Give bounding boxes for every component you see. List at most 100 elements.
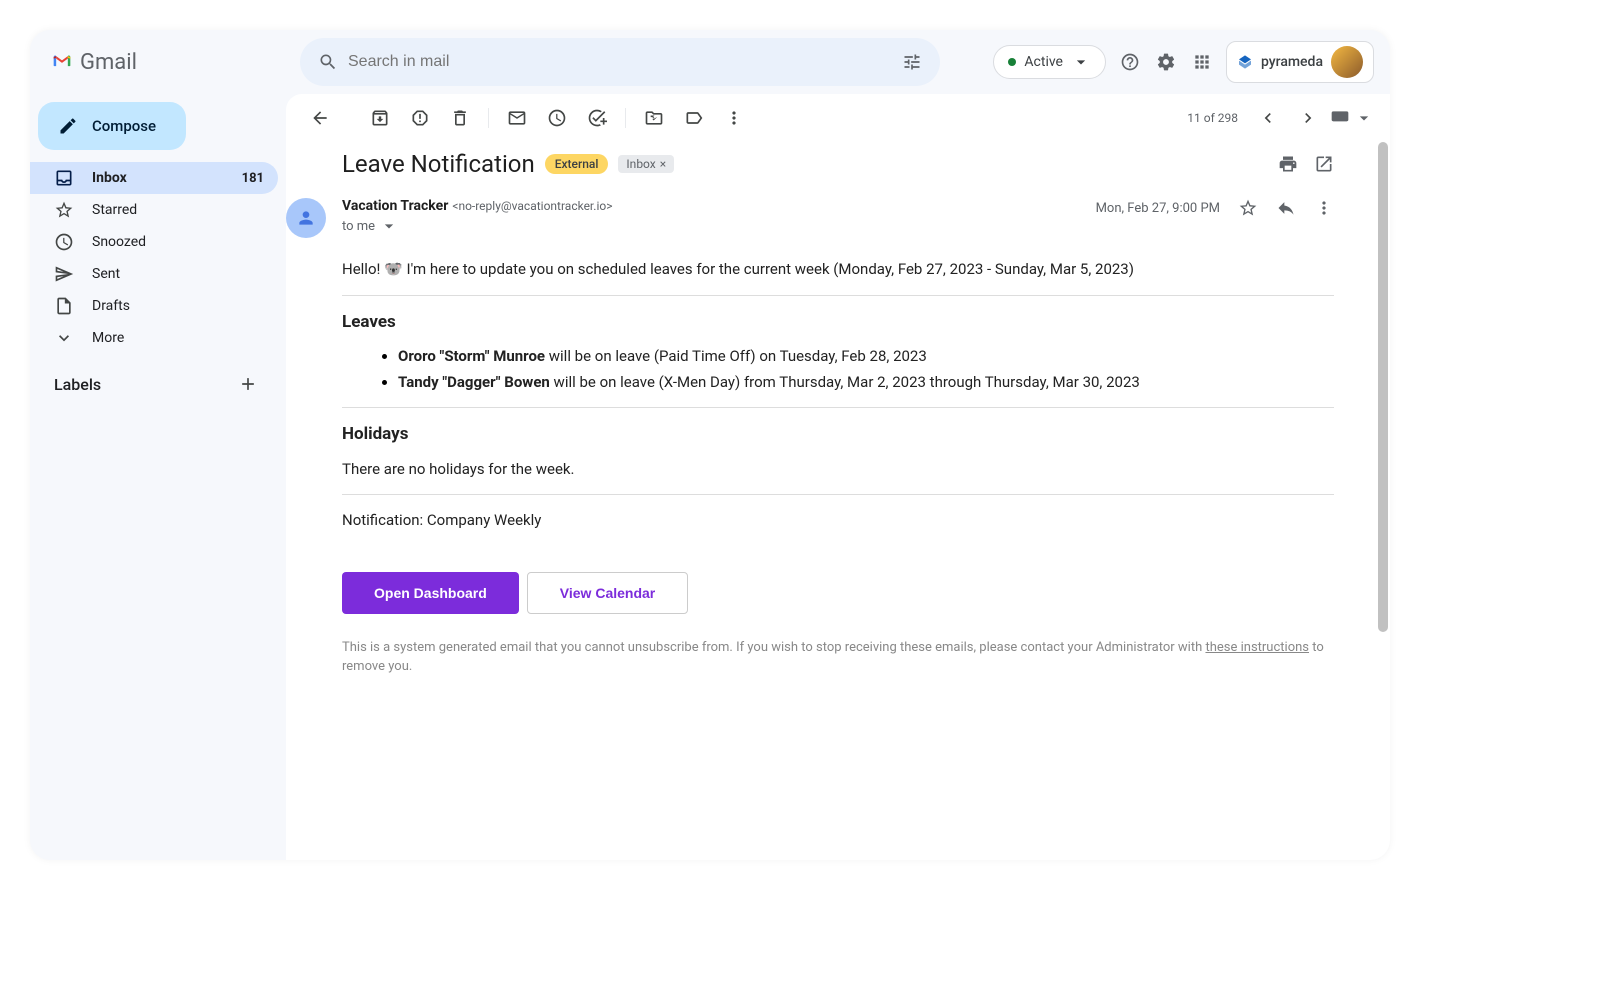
nav-count: 181 xyxy=(242,171,264,186)
scrollbar[interactable] xyxy=(1378,142,1388,632)
sender-info: Vacation Tracker <no-reply@vacationtrack… xyxy=(342,198,1080,236)
nav-label: Inbox xyxy=(92,170,224,186)
sidebar-item-inbox[interactable]: Inbox 181 xyxy=(30,162,278,194)
external-badge: External xyxy=(545,154,609,174)
instructions-link[interactable]: these instructions xyxy=(1205,640,1309,655)
chevron-down-icon xyxy=(1071,52,1091,72)
gmail-m-icon xyxy=(52,52,72,72)
snooze-button[interactable] xyxy=(539,100,575,136)
sender-row: Vacation Tracker <no-reply@vacationtrack… xyxy=(342,198,1334,238)
input-tools-button[interactable] xyxy=(1330,108,1374,128)
labels-header: Labels xyxy=(30,354,278,404)
email-content: Leave Notification External Inbox × xyxy=(286,142,1390,860)
sidebar: Compose Inbox 181 Starred Snoozed Sent xyxy=(30,94,286,860)
sender-email: <no-reply@vacationtracker.io> xyxy=(452,199,612,213)
file-icon xyxy=(54,296,74,316)
gmail-logo[interactable]: Gmail xyxy=(52,50,137,75)
clock-icon xyxy=(54,232,74,252)
search-options-icon[interactable] xyxy=(892,42,932,82)
view-calendar-button[interactable]: View Calendar xyxy=(527,572,688,614)
gmail-window: Gmail Active xyxy=(30,30,1390,860)
leaves-list: Ororo "Storm" Munroe will be on leave (P… xyxy=(342,345,1334,393)
labels-heading: Labels xyxy=(54,375,101,394)
reply-icon[interactable] xyxy=(1276,198,1296,218)
sidebar-item-snoozed[interactable]: Snoozed xyxy=(30,226,278,258)
greeting: Hello! 🐨 I'm here to update you on sched… xyxy=(342,258,1334,281)
org-name: pyrameda xyxy=(1261,54,1323,70)
add-label-button[interactable] xyxy=(236,372,260,396)
org-chip[interactable]: pyrameda xyxy=(1226,41,1374,83)
move-to-button[interactable] xyxy=(636,100,672,136)
report-spam-button[interactable] xyxy=(402,100,438,136)
main-content: 11 of 298 Leave Notification External In… xyxy=(286,94,1390,860)
labels-button[interactable] xyxy=(676,100,712,136)
nav-label: More xyxy=(92,330,264,346)
nav-label: Drafts xyxy=(92,298,264,314)
sidebar-item-starred[interactable]: Starred xyxy=(30,194,278,226)
close-icon[interactable]: × xyxy=(660,157,666,171)
email-meta: Mon, Feb 27, 9:00 PM xyxy=(1096,198,1334,218)
search-bar[interactable] xyxy=(300,38,940,86)
email-date: Mon, Feb 27, 9:00 PM xyxy=(1096,201,1220,216)
sidebar-item-drafts[interactable]: Drafts xyxy=(30,290,278,322)
nav-label: Sent xyxy=(92,266,264,282)
open-new-window-icon[interactable] xyxy=(1314,154,1334,174)
more-icon[interactable] xyxy=(1314,198,1334,218)
next-button[interactable] xyxy=(1290,100,1326,136)
status-label: Active xyxy=(1024,54,1063,70)
app-name: Gmail xyxy=(80,50,137,75)
archive-button[interactable] xyxy=(362,100,398,136)
delete-button[interactable] xyxy=(442,100,478,136)
subject-actions xyxy=(1278,154,1334,174)
apps-icon[interactable] xyxy=(1190,50,1214,74)
email-body: Hello! 🐨 I'm here to update you on sched… xyxy=(342,258,1334,677)
body: Compose Inbox 181 Starred Snoozed Sent xyxy=(30,94,1390,860)
pagination-info: 11 of 298 xyxy=(1187,111,1238,125)
open-dashboard-button[interactable]: Open Dashboard xyxy=(342,572,519,614)
inbox-badge[interactable]: Inbox × xyxy=(618,155,674,173)
chevron-down-icon xyxy=(54,328,74,348)
star-icon[interactable] xyxy=(1238,198,1258,218)
compose-button[interactable]: Compose xyxy=(38,102,186,150)
send-icon xyxy=(54,264,74,284)
separator xyxy=(488,108,489,128)
holidays-text: There are no holidays for the week. xyxy=(342,458,1334,481)
logo-area: Gmail xyxy=(46,50,284,75)
prev-button[interactable] xyxy=(1250,100,1286,136)
back-button[interactable] xyxy=(302,100,338,136)
nav-label: Starred xyxy=(92,202,264,218)
email-subject: Leave Notification xyxy=(342,150,535,178)
sidebar-item-more[interactable]: More xyxy=(30,322,278,354)
org-logo-icon xyxy=(1237,54,1253,70)
more-button[interactable] xyxy=(716,100,752,136)
to-line[interactable]: to me xyxy=(342,216,1080,236)
search-icon[interactable] xyxy=(308,42,348,82)
toolbar: 11 of 298 xyxy=(286,94,1390,142)
avatar[interactable] xyxy=(1331,46,1363,78)
star-icon xyxy=(54,200,74,220)
support-icon[interactable] xyxy=(1118,50,1142,74)
add-task-button[interactable] xyxy=(579,100,615,136)
sender-name: Vacation Tracker xyxy=(342,198,448,214)
settings-icon[interactable] xyxy=(1154,50,1178,74)
sender-avatar[interactable] xyxy=(286,198,326,238)
nav-label: Snoozed xyxy=(92,234,264,250)
inbox-icon xyxy=(54,168,74,188)
mark-unread-button[interactable] xyxy=(499,100,535,136)
status-dot-icon xyxy=(1008,58,1016,66)
leaves-heading: Leaves xyxy=(342,310,1334,336)
header: Gmail Active xyxy=(30,30,1390,94)
footer-text: This is a system generated email that yo… xyxy=(342,638,1334,677)
chevron-down-icon xyxy=(379,216,399,236)
print-icon[interactable] xyxy=(1278,154,1298,174)
search-input[interactable] xyxy=(348,53,892,71)
separator xyxy=(625,108,626,128)
status-chip[interactable]: Active xyxy=(993,45,1106,79)
compose-label: Compose xyxy=(92,117,156,135)
button-row: Open Dashboard View Calendar xyxy=(342,572,1334,614)
notification-line: Notification: Company Weekly xyxy=(342,509,1334,532)
pencil-icon xyxy=(58,116,78,136)
sidebar-item-sent[interactable]: Sent xyxy=(30,258,278,290)
subject-row: Leave Notification External Inbox × xyxy=(342,150,1334,178)
list-item: Tandy "Dagger" Bowen will be on leave (X… xyxy=(398,371,1334,394)
